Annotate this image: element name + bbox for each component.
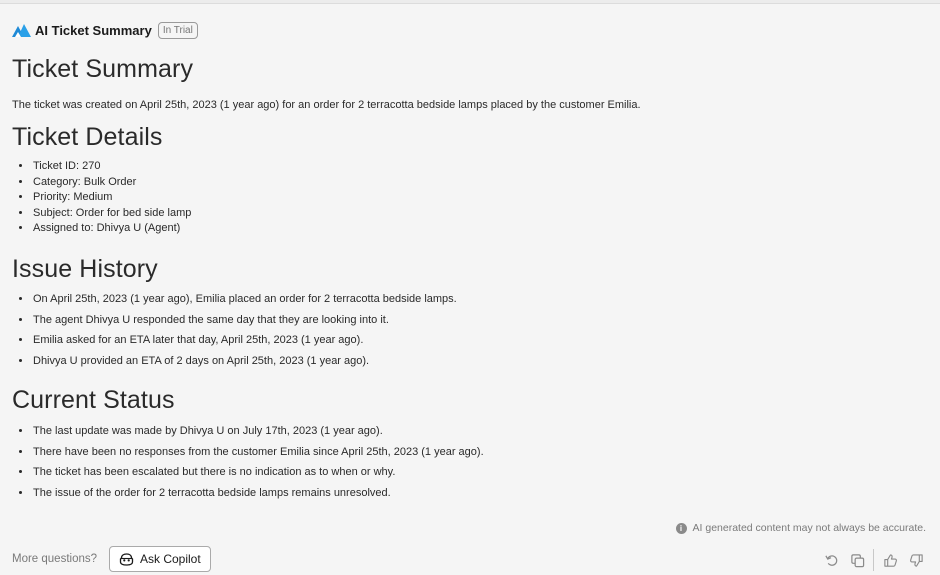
disclaimer-text: AI generated content may not always be a… xyxy=(692,522,926,534)
feedback-actions xyxy=(823,549,924,571)
divider xyxy=(873,549,874,571)
undo-icon[interactable] xyxy=(823,552,839,568)
list-item: On April 25th, 2023 (1 year ago), Emilia… xyxy=(32,289,457,310)
list-item: The last update was made by Dhivya U on … xyxy=(32,421,484,442)
ask-copilot-label: Ask Copilot xyxy=(140,552,201,566)
ask-copilot-button[interactable]: Ask Copilot xyxy=(109,546,211,572)
summary-heading: Ticket Summary xyxy=(12,55,194,83)
list-item: Priority: Medium xyxy=(32,190,191,206)
summary-text: The ticket was created on April 25th, 20… xyxy=(12,99,641,111)
list-item: Dhivya U provided an ETA of 2 days on Ap… xyxy=(32,351,457,372)
more-questions-label: More questions? xyxy=(12,553,98,565)
trial-badge: In Trial xyxy=(157,21,198,39)
info-icon: i xyxy=(675,522,687,534)
history-list: On April 25th, 2023 (1 year ago), Emilia… xyxy=(18,289,457,371)
thumbs-down-icon[interactable] xyxy=(908,552,924,568)
list-item: There have been no responses from the cu… xyxy=(32,442,484,463)
list-item: The issue of the order for 2 terracotta … xyxy=(32,483,484,504)
copy-icon[interactable] xyxy=(849,552,865,568)
list-item: Emilia asked for an ETA later that day, … xyxy=(32,330,457,351)
details-list: Ticket ID: 270 Category: Bulk Order Prio… xyxy=(18,159,191,237)
copilot-icon xyxy=(119,552,134,566)
ai-summary-panel: AI Ticket Summary In Trial Ticket Summar… xyxy=(0,3,940,575)
app-title: AI Ticket Summary xyxy=(35,22,152,38)
status-heading: Current Status xyxy=(12,386,175,414)
list-item: Ticket ID: 270 xyxy=(32,159,191,175)
list-item: Subject: Order for bed side lamp xyxy=(32,206,191,222)
mountain-logo-icon xyxy=(12,24,31,37)
list-item: Category: Bulk Order xyxy=(32,175,191,191)
list-item: The ticket has been escalated but there … xyxy=(32,462,484,483)
panel-header: AI Ticket Summary In Trial xyxy=(12,20,198,40)
status-list: The last update was made by Dhivya U on … xyxy=(18,421,484,503)
history-heading: Issue History xyxy=(12,255,158,283)
details-heading: Ticket Details xyxy=(12,123,163,151)
ai-disclaimer: i AI generated content may not always be… xyxy=(675,522,926,534)
list-item: Assigned to: Dhivya U (Agent) xyxy=(32,221,191,237)
list-item: The agent Dhivya U responded the same da… xyxy=(32,310,457,331)
thumbs-up-icon[interactable] xyxy=(882,552,898,568)
